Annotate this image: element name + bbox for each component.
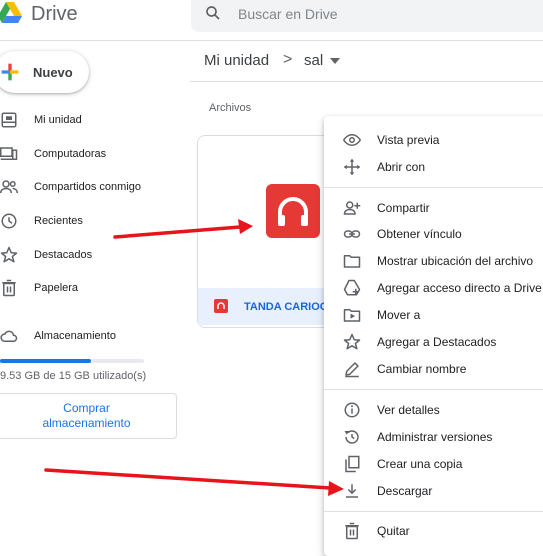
computer-icon	[0, 147, 18, 160]
sidebar-item-recent[interactable]: Recientes	[0, 206, 185, 236]
breadcrumb-separator: >	[283, 51, 293, 68]
buy-storage-label: Comprar almacenamiento	[42, 401, 131, 430]
clock-icon	[1, 213, 17, 229]
search-input[interactable]: Buscar en Drive	[238, 6, 338, 22]
move-arrows-icon	[343, 158, 361, 176]
copy-icon	[345, 455, 360, 473]
sidebar-item-label: Mi unidad	[34, 114, 82, 126]
menu-item-versions[interactable]: Administrar versiones	[324, 424, 543, 450]
storage-label: Almacenamiento	[34, 330, 116, 342]
search-icon[interactable]	[204, 4, 222, 22]
annotation-arrow-download	[44, 468, 344, 496]
storage-usage-text: 9.53 GB de 15 GB utilizado(s)	[0, 370, 147, 382]
storage-bar-fill	[0, 359, 92, 363]
sidebar-item-label: Compartidos conmigo	[34, 181, 141, 193]
menu-item-label: Obtener vínculo	[377, 227, 462, 241]
menu-item-label: Agregar a Destacados	[377, 335, 497, 349]
menu-item-download[interactable]: Descargar	[324, 478, 543, 504]
menu-item-label: Abrir con	[377, 160, 426, 174]
drive-shortcut-icon	[343, 279, 361, 296]
menu-item-label: Cambiar nombre	[377, 362, 467, 376]
trash-icon	[345, 522, 359, 540]
sidebar-item-label: Papelera	[34, 282, 79, 294]
file-name: TANDA CARIOCA	[244, 301, 329, 313]
menu-item-label: Crear una copia	[377, 457, 463, 471]
menu-item-rename[interactable]: Cambiar nombre	[324, 356, 543, 382]
sidebar-item-starred[interactable]: Destacados	[0, 240, 185, 270]
menu-item-label: Compartir	[377, 201, 430, 215]
my-drive-icon	[1, 112, 17, 128]
menu-divider	[324, 389, 543, 390]
history-icon	[344, 430, 359, 444]
menu-item-label: Mostrar ubicación del archivo	[377, 254, 534, 268]
sidebar-item-label: Computadoras	[34, 148, 107, 160]
menu-divider	[324, 511, 543, 512]
audio-file-icon	[214, 299, 228, 313]
menu-item-label: Mover a	[377, 308, 421, 322]
buy-storage-button[interactable]: Comprar almacenamiento	[0, 393, 177, 439]
shared-icon	[0, 180, 18, 194]
sidebar-item-shared[interactable]: Compartidos conmigo	[0, 172, 185, 202]
header-divider	[0, 40, 543, 41]
menu-item-open-with[interactable]: Abrir con	[324, 154, 543, 180]
new-button-label: Nuevo	[33, 65, 73, 80]
sidebar-item-my-drive[interactable]: Mi unidad	[0, 105, 185, 135]
caret-down-icon[interactable]	[330, 58, 340, 64]
breadcrumb-root[interactable]: Mi unidad	[204, 52, 269, 69]
drive-logo-icon	[0, 2, 22, 23]
menu-item-label: Ver detalles	[377, 403, 440, 417]
sidebar-item-storage[interactable]: Almacenamiento	[0, 321, 185, 351]
headphones-icon	[278, 197, 308, 226]
menu-item-show-location[interactable]: Mostrar ubicación del archivo	[324, 248, 543, 274]
menu-item-label: Descargar	[377, 484, 433, 498]
link-icon	[343, 230, 361, 238]
move-to-icon	[343, 309, 361, 322]
section-title: Archivos	[209, 102, 252, 114]
sidebar-item-label: Recientes	[34, 215, 83, 227]
main-divider	[190, 81, 543, 82]
menu-item-label: Agregar acceso directo a Drive	[377, 281, 542, 295]
menu-item-preview[interactable]: Vista previa	[324, 127, 543, 153]
menu-item-share[interactable]: Compartir	[324, 195, 543, 221]
star-icon	[0, 246, 18, 263]
menu-item-add-shortcut[interactable]: Agregar acceso directo a Drive	[324, 275, 543, 301]
menu-item-add-starred[interactable]: Agregar a Destacados	[324, 329, 543, 355]
star-outline-icon	[343, 333, 361, 350]
trash-icon	[2, 279, 16, 297]
menu-item-get-link[interactable]: Obtener vínculo	[324, 221, 543, 247]
sidebar-item-trash[interactable]: Papelera	[0, 273, 185, 303]
menu-item-remove[interactable]: Quitar	[324, 518, 543, 544]
sidebar-item-computers[interactable]: Computadoras	[0, 139, 185, 169]
folder-icon	[343, 255, 361, 268]
menu-item-move-to[interactable]: Mover a	[324, 302, 543, 328]
menu-item-details[interactable]: Ver detalles	[324, 397, 543, 423]
file-thumbnail[interactable]	[266, 184, 320, 238]
app-title: Drive	[31, 3, 78, 25]
sidebar-item-label: Destacados	[34, 249, 93, 261]
breadcrumb-current[interactable]: sal	[304, 52, 323, 69]
pencil-icon	[345, 362, 359, 378]
plus-icon	[1, 63, 19, 81]
menu-item-label: Vista previa	[377, 133, 440, 147]
person-add-icon	[343, 201, 361, 215]
eye-icon	[343, 133, 361, 147]
info-icon	[344, 402, 360, 418]
menu-item-label: Quitar	[377, 524, 410, 538]
menu-item-copy[interactable]: Crear una copia	[324, 451, 543, 477]
cloud-icon	[0, 330, 18, 342]
menu-item-label: Administrar versiones	[377, 430, 493, 444]
download-icon	[346, 484, 358, 498]
menu-divider	[324, 187, 543, 188]
